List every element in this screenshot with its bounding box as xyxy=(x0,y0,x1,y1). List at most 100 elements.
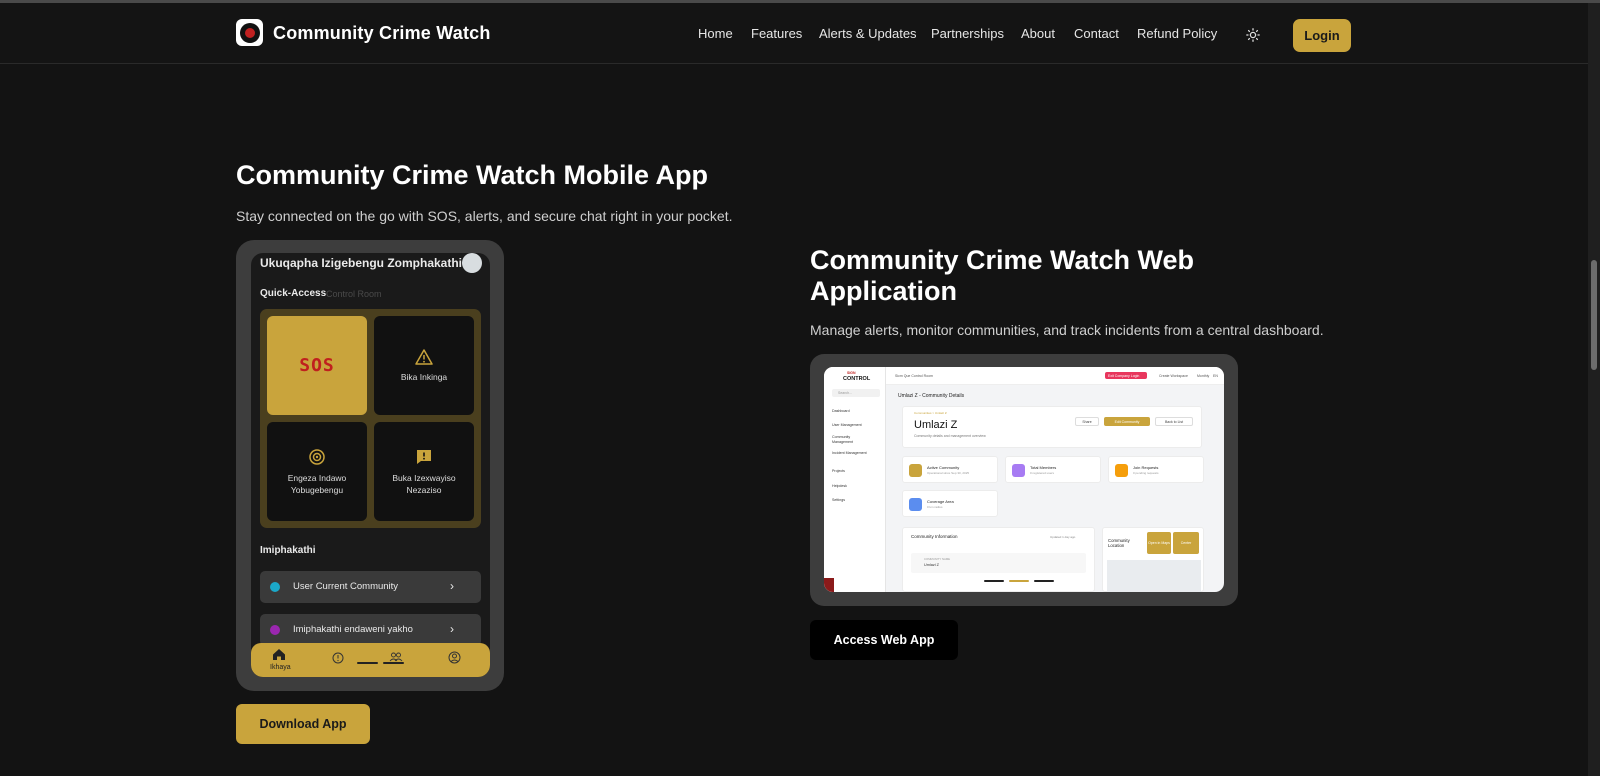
exit-login-pill: Exit Company Login xyxy=(1105,372,1147,379)
community-info-card: Community Information Updated 1 day ago … xyxy=(902,527,1095,592)
scrollbar-track[interactable] xyxy=(1588,3,1600,776)
globe-icon xyxy=(909,498,922,511)
mobile-app-title: Community Crime Watch Mobile App xyxy=(236,160,709,190)
month-select: Monthly xyxy=(1197,374,1210,378)
check-icon xyxy=(909,464,922,477)
communities-section-title: Imiphakathi xyxy=(260,545,316,556)
info-card-title: Community Information xyxy=(911,534,958,539)
web-mockup-screen: SIGN CONTROL Search... Dashboard User Ma… xyxy=(824,367,1224,592)
dashboard-search: Search... xyxy=(832,389,880,397)
stat-subtitle: 0 pending requests xyxy=(1133,471,1159,475)
phone-ghost-text: Control Room xyxy=(326,289,382,299)
alert-message-icon xyxy=(417,449,431,464)
tab-home-label: Ikhaya xyxy=(270,664,291,671)
sun-icon[interactable] xyxy=(1246,28,1260,42)
view-alerts-tile: Buka Izexwayiso Nezaziso xyxy=(374,422,474,521)
access-web-app-button[interactable]: Access Web App xyxy=(810,620,958,660)
stat-title: Active Community xyxy=(927,465,960,470)
community-subtitle: Community details and management overvie… xyxy=(914,434,986,438)
dashboard-page-title: Umlazi Z - Community Details xyxy=(898,393,965,399)
create-workspace: Create Workspace xyxy=(1159,374,1188,378)
status-dot xyxy=(270,625,280,635)
chevron-right-icon: › xyxy=(450,579,454,593)
nav-features[interactable]: Features xyxy=(751,26,802,41)
field-label: COMMUNITY NAME xyxy=(924,557,951,561)
carousel-dash xyxy=(383,662,404,664)
chevron-right-icon: › xyxy=(450,622,454,636)
nav-about[interactable]: About xyxy=(1021,26,1055,41)
community-name: Umlazi Z xyxy=(914,419,958,431)
info-circle-icon xyxy=(332,652,344,664)
stat-subtitle: 0 registered users xyxy=(1030,471,1055,475)
users-icon xyxy=(389,652,403,662)
login-button[interactable]: Login xyxy=(1293,19,1351,52)
sidebar-item-community: Community Management xyxy=(832,435,853,444)
info-field: COMMUNITY NAME Umlazi Z xyxy=(911,553,1086,573)
carousel-dash-active xyxy=(1009,580,1029,582)
target-icon xyxy=(309,448,325,465)
brand-name[interactable]: Community Crime Watch xyxy=(273,23,491,44)
stat-card: Total Members 0 registered users xyxy=(1005,456,1101,483)
nav-partnerships[interactable]: Partnerships xyxy=(931,26,1004,41)
scrollbar-thumb[interactable] xyxy=(1591,260,1597,370)
nav-home[interactable]: Home xyxy=(698,26,733,41)
workspace-name: Sicm Que Control Room xyxy=(895,374,933,378)
sidebar-item-incident: Incident Management xyxy=(832,451,867,455)
phone-mockup-screen: Ukuqapha Izigebengu Zomphakathi Control … xyxy=(251,253,490,677)
stat-card: Active Community Operational since Sep 3… xyxy=(902,456,998,483)
dashboard-topbar: Sicm Que Control Room Exit Company Login… xyxy=(886,367,1224,385)
dashboard-sidebar: SIGN CONTROL Search... Dashboard User Ma… xyxy=(824,367,886,592)
nav-refund-policy[interactable]: Refund Policy xyxy=(1137,26,1217,41)
status-dot xyxy=(270,582,280,592)
community-row-label: User Current Community xyxy=(293,581,399,592)
community-location-card: Community Location Open in Maps Center xyxy=(1102,527,1204,592)
eye-icon xyxy=(239,22,260,43)
back-to-list-button: Back to List xyxy=(1155,417,1193,426)
stat-subtitle: Operational since Sep 30, 2025 xyxy=(927,471,970,475)
community-hero-card: Communities > Umlazi Z Umlazi Z Communit… xyxy=(902,406,1202,448)
sidebar-item-settings: Settings xyxy=(832,498,845,502)
sidebar-item-dashboard: Dashboard xyxy=(832,409,850,413)
add-crime-location-label: Engeza Indawo Yobugebengu xyxy=(287,472,347,495)
sidebar-item-projects: Projects xyxy=(832,469,845,473)
stat-card: Coverage Area 0 km radius xyxy=(902,490,998,517)
center-button: Center xyxy=(1173,532,1199,554)
site-header: Community Crime Watch Home Features Aler… xyxy=(0,3,1588,64)
stat-card: Join Requests 0 pending requests xyxy=(1108,456,1204,483)
cart-icon xyxy=(1115,464,1128,477)
avatar xyxy=(462,253,482,273)
report-issue-tile: Bika Inkinga xyxy=(374,316,474,415)
web-app-description: Manage alerts, monitor communities, and … xyxy=(810,322,1324,338)
sidebar-item-helpdesk: Helpdesk xyxy=(832,484,847,488)
quick-access-grid: SOS Bika Inkinga Engeza Indawo Yobugeben… xyxy=(260,309,481,528)
dashboard-logo-top: SIGN xyxy=(847,371,856,375)
web-app-title: Community Crime Watch Web Application xyxy=(810,245,1195,306)
warning-icon xyxy=(415,348,433,365)
logo-icon[interactable] xyxy=(236,19,263,46)
report-issue-label: Bika Inkinga xyxy=(400,371,448,382)
add-crime-location-tile: Engeza Indawo Yobugebengu xyxy=(267,422,367,521)
language-select: EN xyxy=(1213,374,1218,378)
phone-app-title: Ukuqapha Izigebengu Zomphakathi xyxy=(260,256,463,270)
carousel-dash xyxy=(1034,580,1054,582)
profile-icon xyxy=(448,651,461,664)
dashboard-breadcrumb: Communities > Umlazi Z xyxy=(914,411,947,415)
mobile-app-description: Stay connected on the go with SOS, alert… xyxy=(236,208,733,224)
stat-subtitle: 0 km radius xyxy=(927,505,943,509)
home-icon xyxy=(273,649,285,660)
download-app-button[interactable]: Download App xyxy=(236,704,370,744)
carousel-dash xyxy=(984,580,1004,582)
nav-alerts-updates[interactable]: Alerts & Updates xyxy=(819,26,917,41)
map-preview xyxy=(1107,560,1201,592)
share-button: Share xyxy=(1075,417,1099,426)
sos-tile: SOS xyxy=(267,316,367,415)
nav-contact[interactable]: Contact xyxy=(1074,26,1119,41)
updated-label: Updated 1 day ago xyxy=(1050,535,1076,539)
community-row-label: Imiphakathi endaweni yakho xyxy=(293,624,413,635)
edit-community-button: Edit Community xyxy=(1104,417,1150,426)
sos-label: SOS xyxy=(299,355,335,376)
users-icon xyxy=(1012,464,1025,477)
community-row-current: User Current Community › xyxy=(260,571,481,603)
stat-title: Total Members xyxy=(1030,465,1057,470)
view-alerts-label: Buka Izexwayiso Nezaziso xyxy=(392,472,456,495)
